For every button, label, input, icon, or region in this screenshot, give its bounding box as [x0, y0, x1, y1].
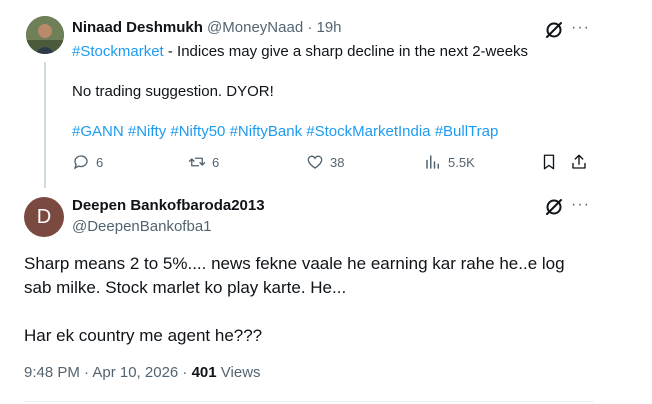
heart-icon	[307, 155, 323, 169]
share-icon	[572, 154, 586, 169]
separator: ·	[307, 19, 313, 36]
repost-icon	[188, 157, 206, 167]
views-count: 5.5K	[448, 154, 475, 170]
hashtag-link[interactable]: #StockMarketIndia	[306, 123, 430, 140]
tweet-timestamp[interactable]: 9:48 PM · Apr 10, 2026 ·	[24, 364, 192, 381]
more-options-icon[interactable]: ···	[571, 19, 590, 37]
author-name[interactable]: Deepen Bankofbaroda2013	[72, 197, 265, 214]
views-button[interactable]: 5.5K	[424, 153, 475, 171]
tweet-text-line: - Indices may give a sharp decline in th…	[163, 43, 529, 60]
hashtag-link[interactable]: #Nifty	[128, 123, 166, 140]
avatar[interactable]: D	[24, 197, 64, 237]
hashtag-row: #GANN #Nifty #Nifty50 #NiftyBank #StockM…	[72, 122, 498, 142]
like-count: 38	[330, 154, 345, 170]
hashtag-link[interactable]: #Stockmarket	[72, 43, 164, 60]
views-label: Views	[216, 364, 261, 381]
profile-photo	[26, 16, 64, 54]
avatar-letter: D	[36, 205, 52, 228]
repost-count: 6	[212, 154, 220, 170]
share-button[interactable]	[570, 153, 588, 171]
author-name[interactable]: Ninaad Deshmukh	[72, 19, 203, 36]
author-handle[interactable]: @DeepenBankofba1	[72, 218, 212, 235]
tweet-metadata: 9:48 PM · Apr 10, 2026 · 401 Views	[24, 364, 261, 381]
reply-button[interactable]: 6	[72, 153, 103, 171]
tweet-text: Sharp means 2 to 5%.... news fekne vaale…	[24, 252, 624, 348]
thread-connector-line	[44, 62, 46, 188]
tweet-text-line: Sharp means 2 to 5%.... news fekne vaale…	[24, 254, 565, 273]
tweet-header: Ninaad Deshmukh @MoneyNaad · 19h	[72, 19, 342, 36]
tweet-text-line: sab milke. Stock marlet ko play karte. H…	[24, 278, 347, 297]
bookmark-icon	[543, 154, 555, 170]
reply-count: 6	[96, 154, 104, 170]
repost-button[interactable]: 6	[188, 153, 219, 171]
avatar[interactable]	[26, 16, 64, 54]
like-button[interactable]: 38	[306, 153, 344, 171]
tweet-actions: 6 6 38 5.5K	[72, 153, 592, 173]
grok-icon[interactable]	[544, 197, 564, 217]
more-options-icon[interactable]: ···	[571, 196, 590, 214]
views-count: 401	[191, 364, 217, 381]
hashtag-link[interactable]: #GANN	[72, 123, 124, 140]
hashtag-link[interactable]: #Nifty50	[170, 123, 225, 140]
views-chart-icon	[426, 155, 439, 169]
grok-icon[interactable]	[544, 20, 564, 40]
reply-icon	[73, 155, 88, 170]
hashtag-link[interactable]: #NiftyBank	[230, 123, 303, 140]
bookmark-button[interactable]	[540, 153, 558, 171]
author-handle[interactable]: @MoneyNaad	[207, 19, 303, 36]
hashtag-link[interactable]: #BullTrap	[435, 123, 499, 140]
tweet-text-line: Har ek country me agent he???	[24, 326, 263, 345]
divider	[24, 401, 594, 402]
tweet-time[interactable]: 19h	[317, 19, 342, 36]
tweet-text-line: No trading suggestion. DYOR!	[72, 83, 274, 100]
